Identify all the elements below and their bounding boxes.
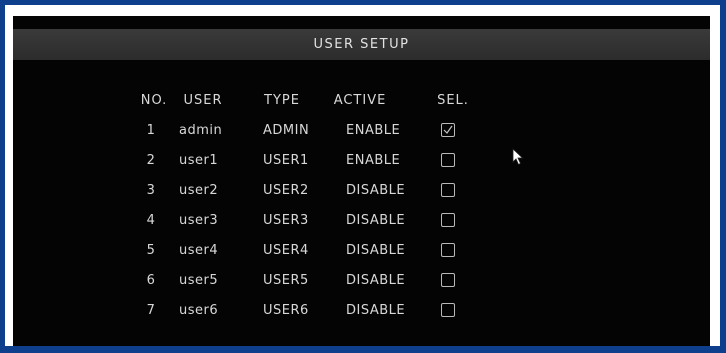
user-name: admin xyxy=(179,123,223,138)
user-name: user6 xyxy=(179,303,219,318)
select-checkbox[interactable] xyxy=(441,153,455,167)
row-number: 4 xyxy=(146,213,156,228)
row-number: 6 xyxy=(146,273,156,288)
column-header-no: NO. xyxy=(140,93,168,108)
row-number: 5 xyxy=(146,243,156,258)
select-checkbox[interactable] xyxy=(441,243,455,257)
user-type: USER3 xyxy=(263,213,309,228)
user-type: USER6 xyxy=(263,303,309,318)
row-number: 3 xyxy=(146,183,156,198)
user-name: user1 xyxy=(179,153,219,168)
active-status[interactable]: DISABLE xyxy=(346,213,405,228)
active-status[interactable]: DISABLE xyxy=(346,273,405,288)
user-name: user2 xyxy=(179,183,219,198)
column-header-type: TYPE xyxy=(264,93,300,108)
select-checkbox[interactable] xyxy=(441,183,455,197)
row-number: 7 xyxy=(146,303,156,318)
user-type: USER2 xyxy=(263,183,309,198)
title-bar: USER SETUP xyxy=(13,29,710,60)
select-checkbox[interactable] xyxy=(441,273,455,287)
user-type: ADMIN xyxy=(263,123,310,138)
checkmark-icon xyxy=(443,125,453,134)
column-header-user: USER xyxy=(183,93,223,108)
active-status[interactable]: DISABLE xyxy=(346,303,405,318)
active-status[interactable]: ENABLE xyxy=(346,123,400,138)
column-header-sel: SEL. xyxy=(437,93,469,108)
select-checkbox[interactable] xyxy=(441,123,455,137)
user-setup-window: USER SETUP NO. USER TYPE ACTIVE SEL. 1 a… xyxy=(13,16,710,346)
select-checkbox[interactable] xyxy=(441,213,455,227)
user-type: USER4 xyxy=(263,243,309,258)
column-header-active: ACTIVE xyxy=(333,93,387,108)
select-checkbox[interactable] xyxy=(441,303,455,317)
user-name: user5 xyxy=(179,273,219,288)
user-type: USER5 xyxy=(263,273,309,288)
active-status[interactable]: DISABLE xyxy=(346,243,405,258)
active-status[interactable]: DISABLE xyxy=(346,183,405,198)
mouse-pointer-icon xyxy=(512,148,524,166)
row-number: 2 xyxy=(146,153,156,168)
user-type: USER1 xyxy=(263,153,309,168)
user-name: user3 xyxy=(179,213,219,228)
user-name: user4 xyxy=(179,243,219,258)
window-title: USER SETUP xyxy=(313,37,410,52)
row-number: 1 xyxy=(146,123,156,138)
active-status[interactable]: ENABLE xyxy=(346,153,400,168)
